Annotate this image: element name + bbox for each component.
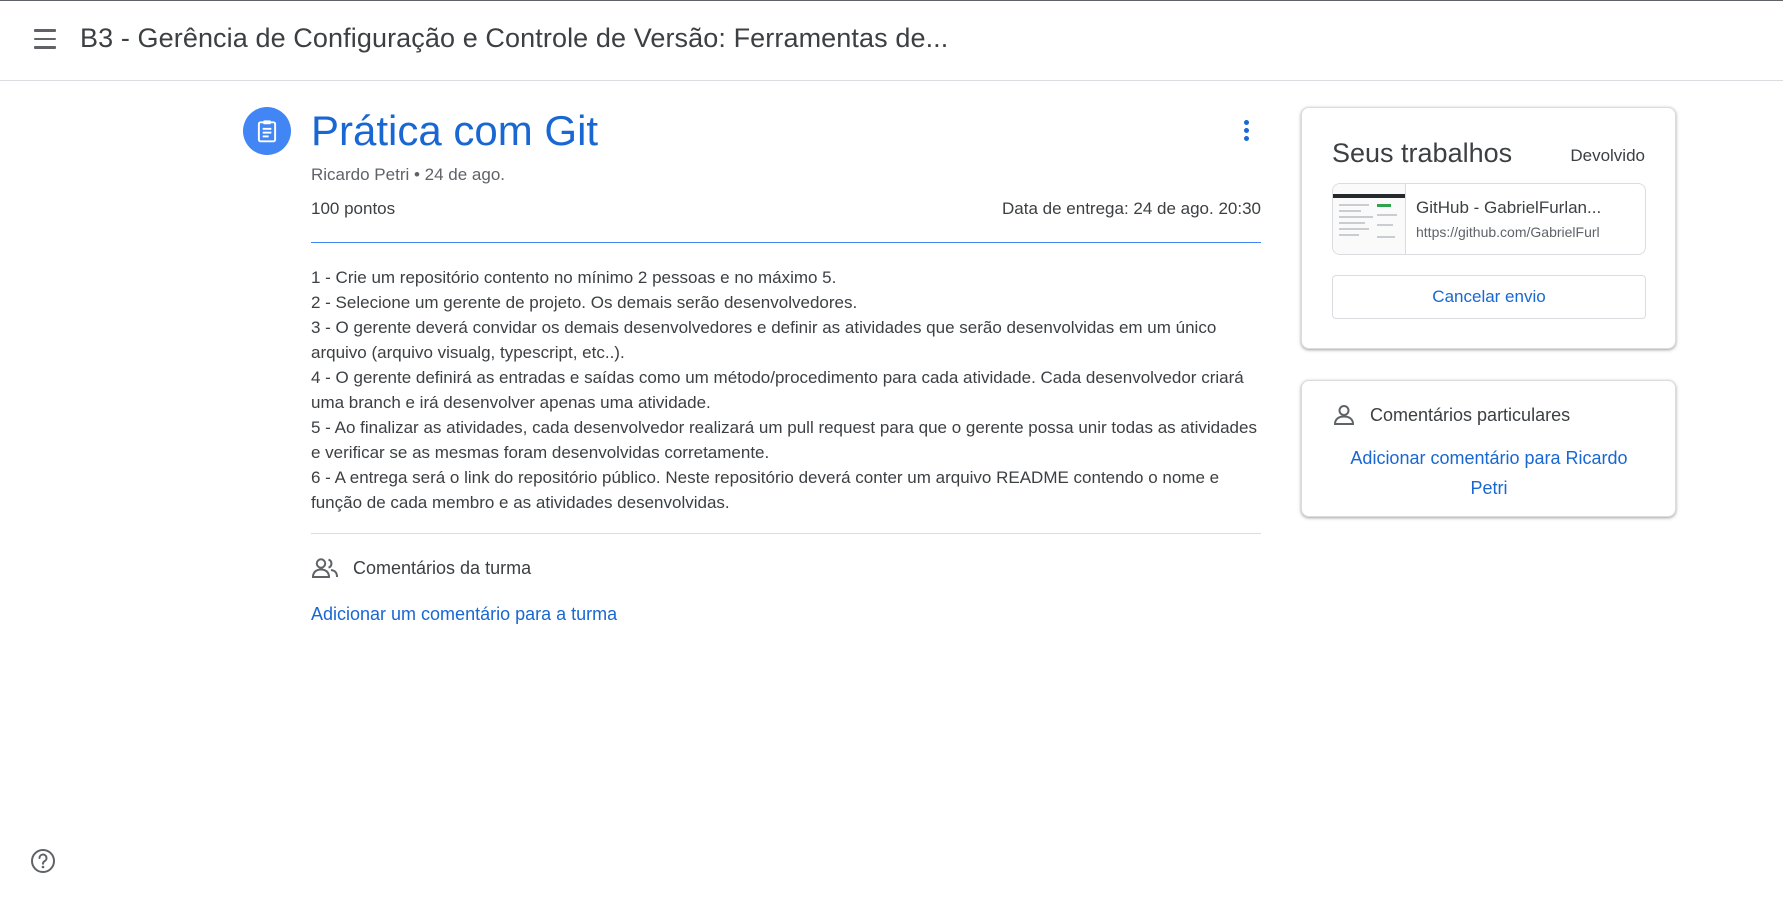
course-title[interactable]: B3 - Gerência de Configuração e Controle… (80, 23, 948, 54)
status-badge: Devolvido (1570, 146, 1645, 165)
author-date: Ricardo Petri • 24 de ago. (311, 165, 506, 184)
description-line: 4 - O gerente definirá as entradas e saí… (311, 368, 1244, 412)
person-icon (1333, 405, 1355, 425)
top-app-bar: B3 - Gerência de Configuração e Controle… (0, 1, 1783, 81)
more-options-icon[interactable] (1236, 118, 1256, 146)
description-line: 6 - A entrega será o link do repositório… (311, 468, 1220, 512)
your-work-title: Seus trabalhos (1332, 138, 1513, 168)
class-comments-header: Comentários da turma (311, 557, 531, 579)
attachment-title: GitHub - GabrielFurlan... (1416, 198, 1602, 217)
assignment-title: Prática com Git (311, 107, 599, 154)
private-comments-header: Comentários particulares (1332, 403, 1570, 427)
attachment-thumbnail (1333, 184, 1406, 254)
description-line: 5 - Ao finalizar as atividades, cada des… (311, 418, 1257, 462)
comments-divider (311, 533, 1261, 534)
description-line: 1 - Crie um repositório contento no míni… (311, 268, 837, 287)
title-divider (311, 242, 1261, 243)
description-line: 3 - O gerente deverá convidar os demais … (311, 318, 1217, 362)
add-class-comment-link[interactable]: Adicionar um comentário para a turma (311, 604, 617, 625)
points: 100 pontos (311, 199, 396, 218)
class-comments-label: Comentários da turma (353, 557, 532, 578)
your-work-card: Seus trabalhos Devolvido GitHub - Gabrie… (1301, 107, 1676, 349)
assignment-description: 1 - Crie um repositório contento no míni… (311, 265, 1261, 515)
due-date: Data de entrega: 24 de ago. 20:30 (1002, 199, 1261, 218)
description-line: 2 - Selecione um gerente de projeto. Os … (311, 293, 858, 312)
private-comments-label: Comentários particulares (1370, 404, 1571, 425)
private-comments-card: Comentários particulares Adicionar comen… (1301, 380, 1676, 517)
menu-icon[interactable] (30, 29, 60, 53)
add-private-comment-link[interactable]: Adicionar comentário para Ricardo Petri (1332, 443, 1646, 503)
people-icon (311, 558, 338, 578)
assignment-icon (243, 107, 291, 155)
attachment-url: https://github.com/GabrielFurl (1416, 224, 1600, 240)
attachment-link[interactable]: GitHub - GabrielFurlan... https://github… (1332, 183, 1646, 255)
cancel-submission-button[interactable]: Cancelar envio (1332, 275, 1646, 319)
help-icon[interactable] (30, 848, 56, 874)
